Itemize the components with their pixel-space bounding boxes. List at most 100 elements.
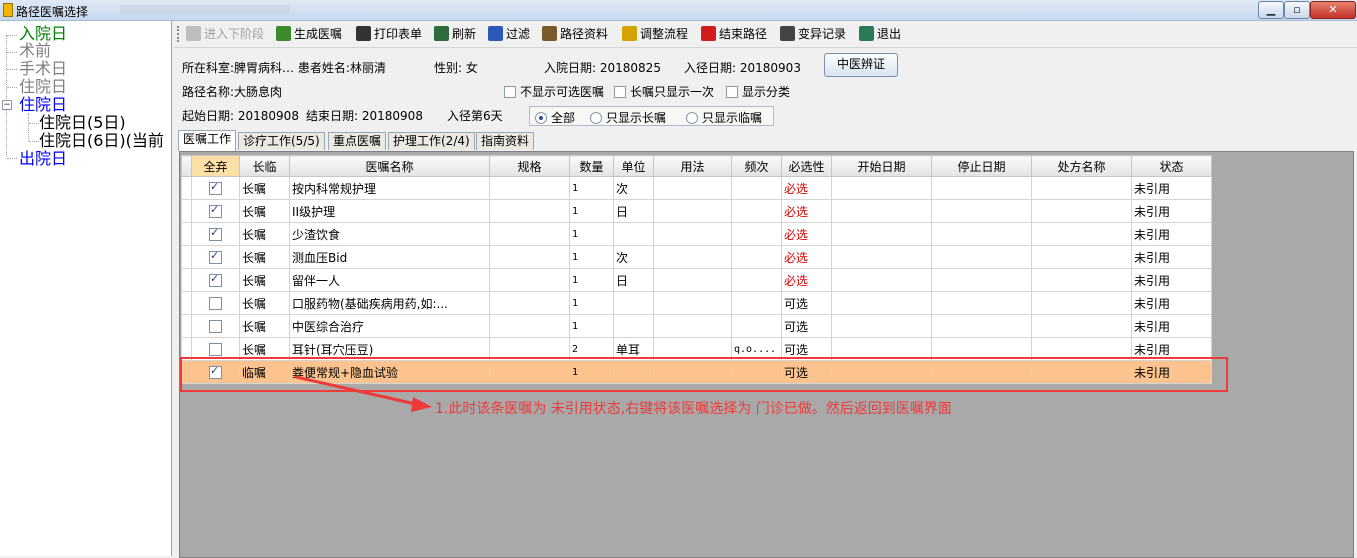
path-name-info: 路径名称:大肠息肉 [182,83,282,100]
row-indicator[interactable] [181,176,192,200]
row-checkbox[interactable] [209,272,222,287]
table-row[interactable]: 长嘱测血压Bid 1次 必选 未引用 [181,245,1212,269]
toolbar: 进入下阶段 生成医嘱 打印表单 刷新 过滤 路径资料 调整流程 结束路径 变异记… [174,21,1357,48]
table-row[interactable]: 长嘱II级护理 1日 必选 未引用 [181,199,1212,223]
long-once-checkbox[interactable] [614,86,626,98]
cell-quantity: 1 [569,199,614,223]
exit-button[interactable]: 退出 [859,25,901,43]
col-header-quantity[interactable]: 数量 [569,155,614,177]
table-row[interactable]: 临嘱粪便常规+隐血试验 1 可选 未引用 [181,360,1212,384]
toolbar-grip[interactable] [177,26,181,42]
col-header-discard-all[interactable]: 全弃 [191,155,240,177]
table-row[interactable]: 长嘱留伴一人 1日 必选 未引用 [181,268,1212,292]
row-indicator[interactable] [181,268,192,292]
col-header-start-date[interactable]: 开始日期 [831,155,932,177]
radio-long-only[interactable]: 只显示长嘱 [590,109,666,126]
annotation-text: 1.此时该条医嘱为 未引用状态,右键将该医嘱选择为 门诊已做。然后返回到医嘱界面 [435,401,952,417]
table-row[interactable]: 长嘱少渣饮食 1 必选 未引用 [181,222,1212,246]
long-once-option[interactable]: 长嘱只显示一次 [614,83,714,100]
cell-start-date [831,199,932,223]
tab-order-work[interactable]: 医嘱工作 [178,130,237,151]
show-category-option[interactable]: 显示分类 [726,83,790,100]
row-checkbox[interactable] [209,297,222,310]
radio-all-button[interactable] [535,112,547,124]
col-header-prescription[interactable]: 处方名称 [1031,155,1132,177]
row-checkbox[interactable] [209,180,222,195]
row-checkbox[interactable] [209,320,222,333]
order-type-filter: 全部 只显示长嘱 只显示临嘱 [529,106,774,126]
tree-node-hospital-day-group[interactable]: 住院日 [19,96,67,114]
tab-guide-data[interactable]: 指南资料 [476,132,535,150]
col-header-frequency[interactable]: 频次 [731,155,782,177]
path-data-button[interactable]: 路径资料 [542,25,608,43]
hide-optional-checkbox[interactable] [504,86,516,98]
row-indicator[interactable] [181,360,192,384]
cell-unit: 日 [613,268,654,292]
tab-diagnosis-work[interactable]: 诊疗工作(5/5) [238,132,325,150]
cell-quantity: 1 [569,291,614,315]
tree-node-hospital-day-5[interactable]: 住院日(5日) [39,114,126,132]
row-checkbox[interactable] [209,364,222,379]
refresh-button[interactable]: 刷新 [434,25,476,43]
row-checkbox[interactable] [209,226,222,241]
table-row[interactable]: 长嘱按内科常规护理 1次 必选 未引用 [181,176,1212,200]
radio-temp-only-button[interactable] [686,112,698,124]
variation-record-button[interactable]: 变异记录 [780,25,846,43]
col-header-spec[interactable]: 规格 [489,155,570,177]
cell-spec [489,245,570,269]
row-checkbox[interactable] [209,343,222,356]
col-header-stop-date[interactable]: 停止日期 [931,155,1032,177]
tree-node-discharge-day[interactable]: 出院日 [19,150,67,168]
generate-order-button[interactable]: 生成医嘱 [276,25,342,43]
adjust-process-button[interactable]: 调整流程 [622,25,688,43]
col-header-status[interactable]: 状态 [1131,155,1212,177]
col-header-required[interactable]: 必选性 [781,155,832,177]
tcm-diagnosis-button[interactable]: 中医辨证 [824,53,898,77]
cell-frequency [731,199,782,223]
col-header-order-type[interactable]: 长临 [239,155,290,177]
col-header-usage[interactable]: 用法 [653,155,732,177]
tree-node-surgery-day[interactable]: 手术日 [19,60,67,78]
collapse-icon[interactable]: − [2,100,12,110]
row-checkbox[interactable] [209,203,222,218]
row-indicator[interactable] [181,199,192,223]
hide-optional-option[interactable]: 不显示可选医嘱 [504,83,604,100]
filter-button[interactable]: 过滤 [488,25,530,43]
radio-temp-only[interactable]: 只显示临嘱 [686,109,762,126]
row-checkbox[interactable] [209,249,222,264]
cell-spec [489,337,570,361]
cell-required: 可选 [781,314,832,338]
row-indicator[interactable] [181,222,192,246]
close-button[interactable]: ✕ [1310,1,1356,19]
show-category-checkbox[interactable] [726,86,738,98]
tree-node-hospital-day[interactable]: 住院日 [19,78,67,96]
table-row[interactable]: 长嘱 耳针(耳穴压豆) 2 单耳 q.o.... 可选 未引用 [181,337,1212,361]
tab-nursing-work[interactable]: 护理工作(2/4) [388,132,475,150]
tree-node-hospital-day-6-current[interactable]: 住院日(6日)(当前 [39,132,164,150]
row-discard-cell [191,360,240,384]
print-form-button[interactable]: 打印表单 [356,25,422,43]
maximize-button[interactable]: ▫ [1284,1,1310,19]
tab-key-orders[interactable]: 重点医嘱 [328,132,387,150]
row-indicator[interactable] [181,245,192,269]
table-row[interactable]: 长嘱 口服药物(基础疾病用药,如:... 1 可选 未引用 [181,291,1212,315]
row-indicator[interactable] [181,314,192,338]
cell-order-name: 中医综合治疗 [289,314,490,338]
col-header-order-name[interactable]: 医嘱名称 [289,155,490,177]
table-row[interactable]: 长嘱 中医综合治疗 1 可选 未引用 [181,314,1212,338]
stop-icon [701,26,716,41]
tree-node-preop[interactable]: 术前 [19,42,51,60]
minimize-button[interactable]: ▁ [1258,1,1284,19]
radio-all[interactable]: 全部 [535,109,575,126]
next-stage-button[interactable]: 进入下阶段 [186,25,264,43]
path-stage-tree: − 入院日 术前 手术日 住院日 住院日 住院日(5日) 住院日(6日)(当前 … [0,21,172,556]
row-indicator[interactable] [181,291,192,315]
end-path-button[interactable]: 结束路径 [701,25,767,43]
row-indicator[interactable] [181,337,192,361]
next-stage-icon [186,26,201,41]
radio-long-only-button[interactable] [590,112,602,124]
tree-connector [6,35,7,157]
col-header-unit[interactable]: 单位 [613,155,654,177]
dept-info: 所在科室:脾胃病科… 患者姓名:林丽清 [182,59,386,76]
end-date-value: 20180908 [361,109,423,123]
